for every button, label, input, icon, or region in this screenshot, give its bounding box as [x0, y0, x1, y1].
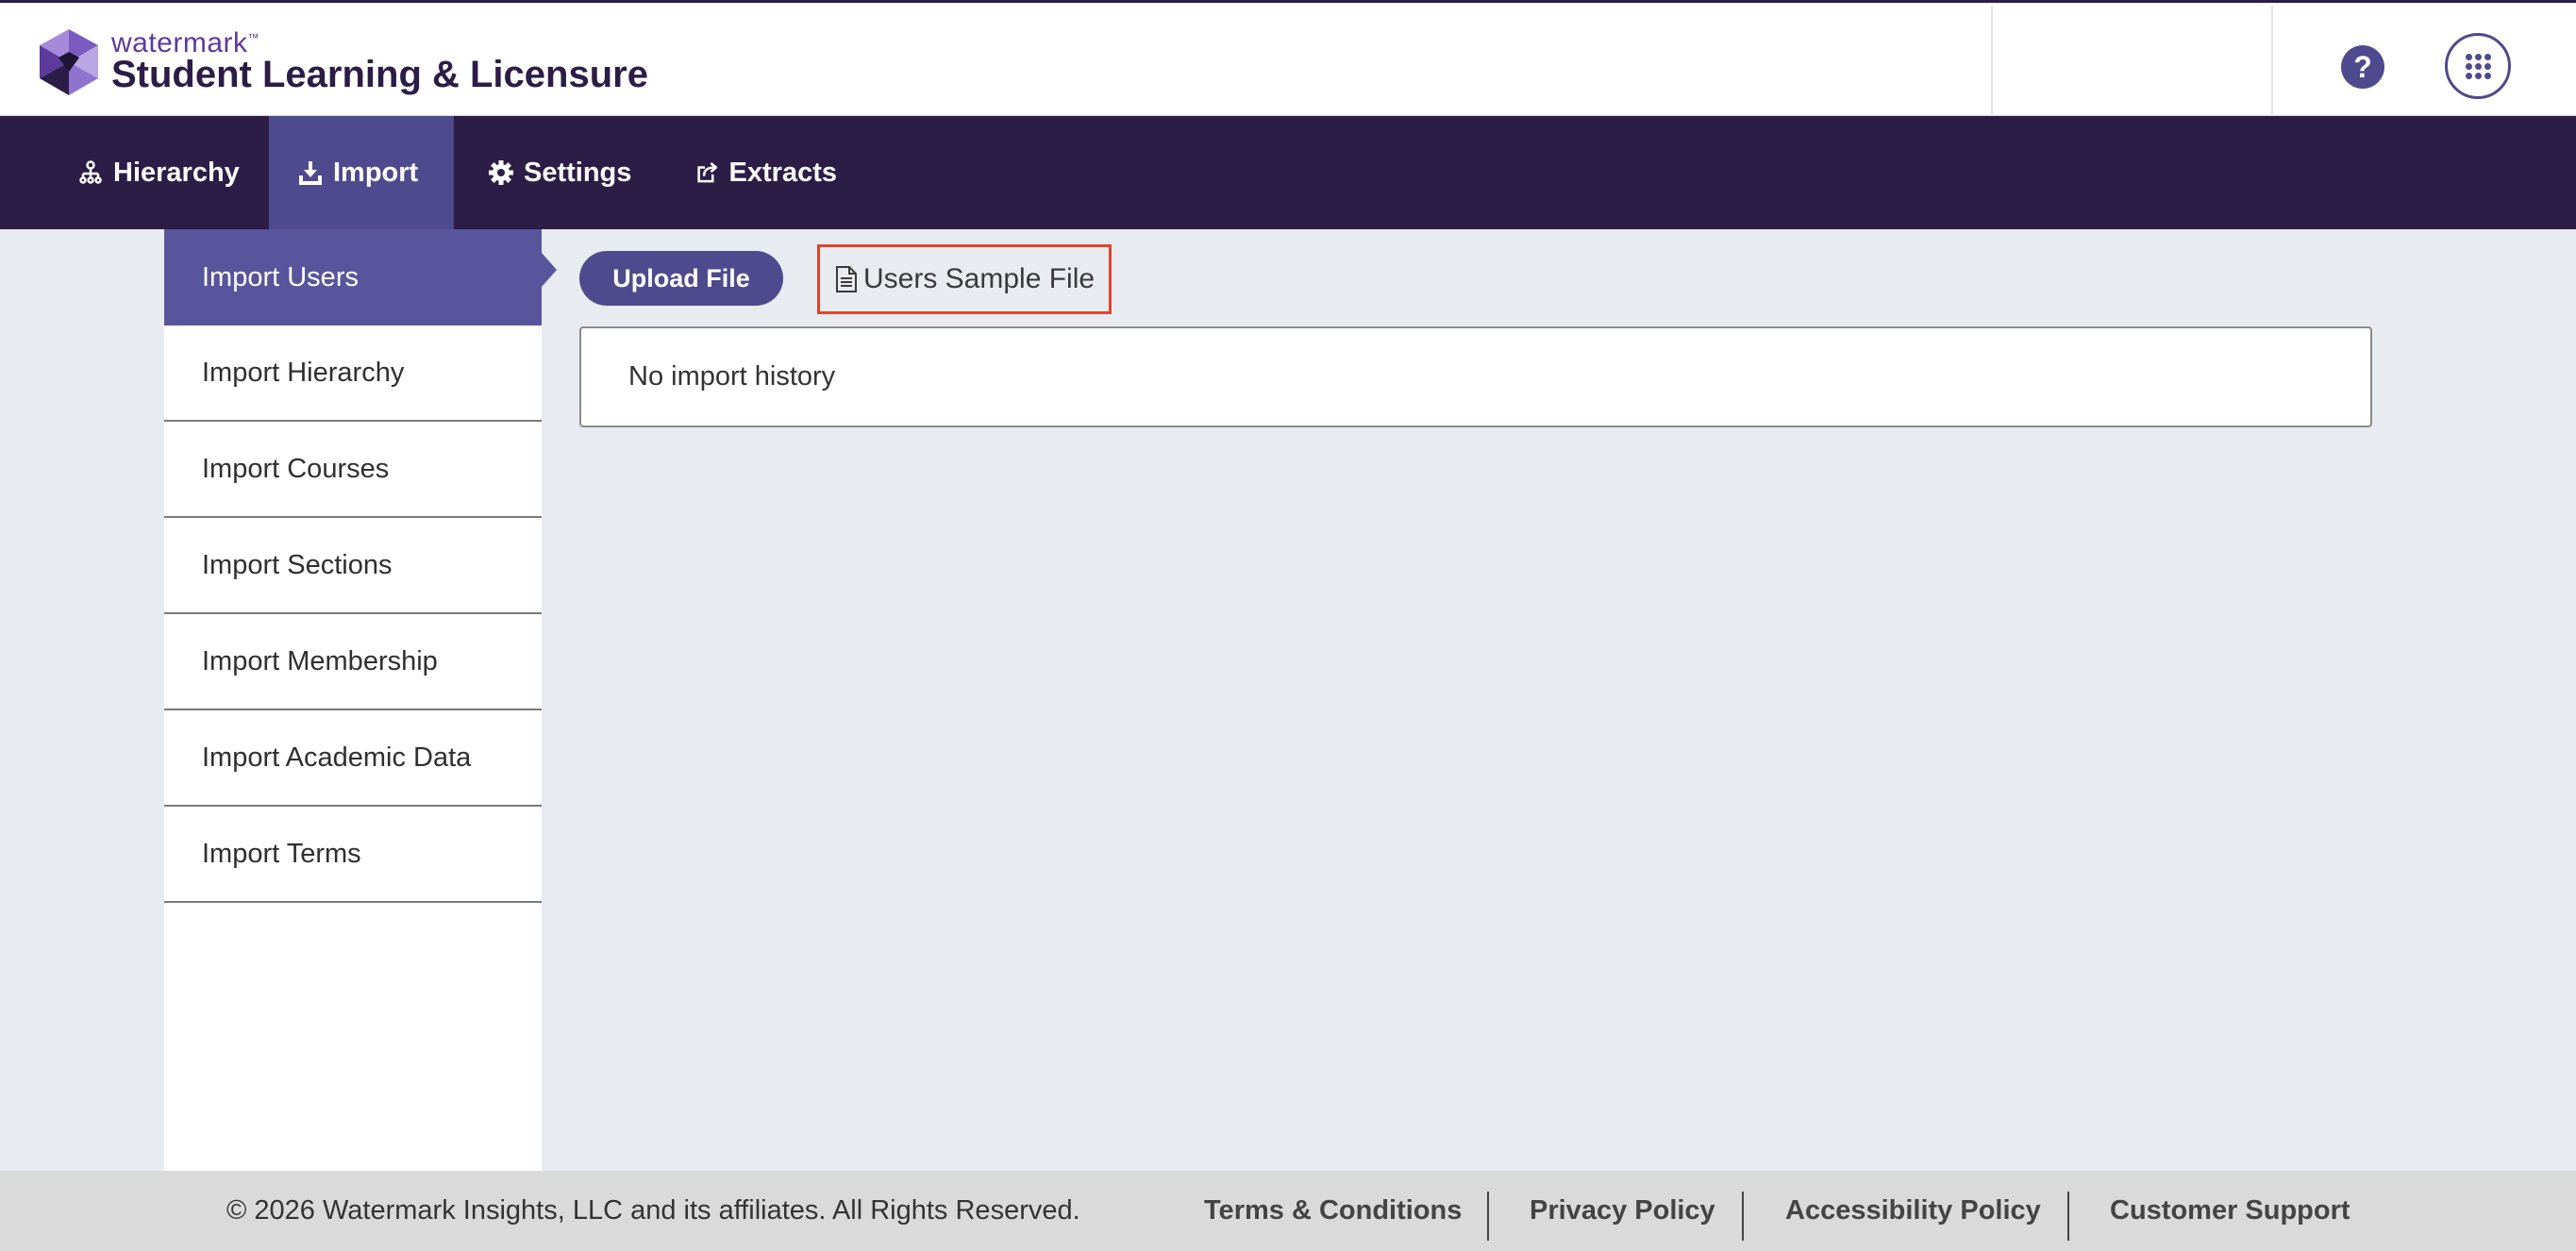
header-divider: [2271, 6, 2273, 118]
sidebar-item-import-terms[interactable]: Import Terms: [164, 807, 542, 903]
document-icon: [836, 266, 857, 292]
import-sidebar: Import Users Import Hierarchy Import Cou…: [164, 229, 542, 1171]
footer-link-privacy[interactable]: Privacy Policy: [1530, 1171, 1715, 1251]
nav-label: Settings: [524, 157, 632, 188]
copyright-text: © 2026 Watermark Insights, LLC and its a…: [226, 1195, 1080, 1226]
watermark-logo[interactable]: [40, 29, 98, 95]
import-icon: [299, 161, 322, 185]
footer-link-terms[interactable]: Terms & Conditions: [1204, 1171, 1462, 1251]
app-header: watermark™ Student Learning & Licensure …: [0, 0, 2576, 118]
upload-file-button[interactable]: Upload File: [579, 251, 783, 306]
grid-icon: [2466, 54, 2491, 79]
nav-label: Import: [333, 157, 419, 188]
sidebar-item-import-courses[interactable]: Import Courses: [164, 422, 542, 518]
sidebar-item-import-membership[interactable]: Import Membership: [164, 614, 542, 710]
footer-separator: [1487, 1192, 1489, 1241]
hierarchy-icon: [79, 160, 102, 184]
users-sample-file-link[interactable]: Users Sample File: [817, 244, 1112, 314]
nav-item-extracts[interactable]: Extracts: [667, 116, 865, 229]
empty-history-message: No import history: [628, 361, 836, 392]
sidebar-item-import-users[interactable]: Import Users: [164, 229, 542, 325]
sidebar-item-import-hierarchy[interactable]: Import Hierarchy: [164, 325, 542, 422]
app-switcher-button[interactable]: [2445, 33, 2511, 99]
nav-item-import[interactable]: Import: [269, 116, 454, 229]
main-nav: Hierarchy Import Settings Extracts: [0, 116, 2576, 229]
header-divider: [1991, 6, 1993, 118]
active-indicator-arrow: [542, 253, 557, 287]
nav-item-settings[interactable]: Settings: [460, 116, 667, 229]
gear-icon: [489, 160, 513, 185]
footer-link-accessibility[interactable]: Accessibility Policy: [1785, 1171, 2041, 1251]
import-history-panel: No import history: [579, 326, 2372, 427]
page-footer: © 2026 Watermark Insights, LLC and its a…: [0, 1171, 2576, 1251]
footer-separator: [1742, 1192, 1744, 1241]
nav-label: Extracts: [728, 157, 837, 188]
help-button[interactable]: ?: [2341, 45, 2384, 89]
sample-file-label: Users Sample File: [863, 263, 1096, 294]
nav-item-hierarchy[interactable]: Hierarchy: [49, 116, 269, 229]
sidebar-item-import-academic-data[interactable]: Import Academic Data: [164, 710, 542, 807]
footer-link-customer-support[interactable]: Customer Support: [2110, 1171, 2350, 1251]
external-link-icon: [697, 161, 718, 183]
nav-label: Hierarchy: [113, 157, 240, 188]
product-title: Student Learning & Licensure: [111, 54, 648, 95]
sidebar-item-import-sections[interactable]: Import Sections: [164, 518, 542, 614]
footer-separator: [2067, 1192, 2069, 1241]
